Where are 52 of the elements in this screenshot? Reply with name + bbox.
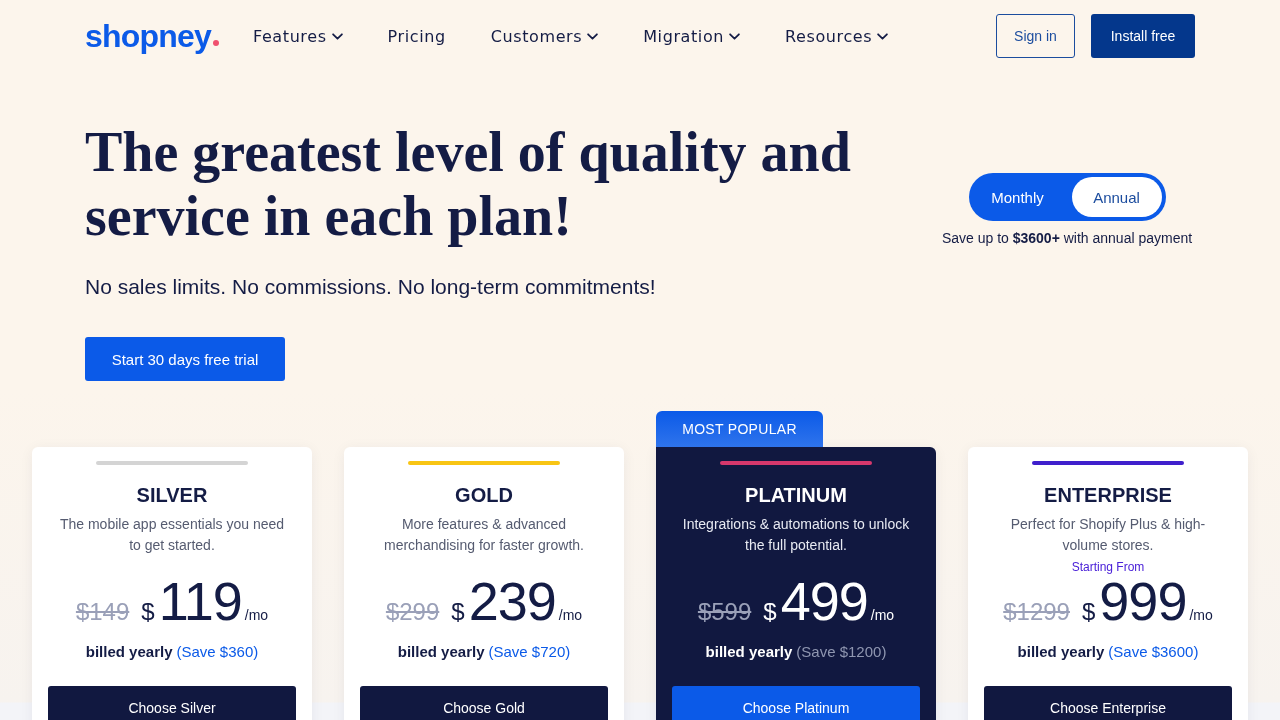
- currency-sign: $: [1081, 598, 1096, 626]
- old-price: $1299: [1003, 598, 1070, 626]
- plan-name: ENTERPRISE: [1044, 483, 1172, 507]
- plan-description: Integrations & automations to unlock the full potential.: [681, 515, 911, 555]
- billing-period: billed yearly: [397, 642, 485, 662]
- plan-description: The mobile app essentials you need to get started.: [58, 515, 286, 555]
- old-price: $299: [385, 598, 440, 626]
- plan-name: GOLD: [455, 483, 513, 507]
- starting-from-label: Starting From: [1071, 560, 1145, 574]
- nav-link[interactable]: Pricing: [387, 26, 446, 46]
- plan-description: More features & advanced merchandising for faster growth.: [383, 515, 585, 555]
- savings-text: (Save $1200): [796, 642, 887, 662]
- choose-plan-button[interactable]: Choose Enterprise: [984, 686, 1232, 720]
- old-price: $149: [75, 598, 130, 626]
- install-button[interactable]: Install free: [1091, 14, 1195, 58]
- plan-description: Perfect for Shopify Plus & high-volume stores.: [1009, 515, 1207, 555]
- price-period: /mo: [870, 607, 895, 623]
- plan-name: SILVER: [136, 483, 208, 507]
- billing-option[interactable]: Monthly: [972, 177, 1063, 217]
- currency-sign: $: [141, 598, 155, 626]
- price-amount: 239: [468, 572, 556, 630]
- logo-wordmark[interactable]: shopney: [85, 19, 211, 53]
- plan-name: PLATINUM: [745, 483, 847, 507]
- billing-period: billed yearly: [1017, 642, 1105, 662]
- sign-in-button[interactable]: Sign in: [996, 14, 1075, 58]
- choose-plan-button[interactable]: Choose Silver: [48, 686, 296, 720]
- billing-option[interactable]: Annual: [1071, 177, 1162, 217]
- nav-link[interactable]: Features: [253, 26, 343, 46]
- price-period: /mo: [244, 607, 269, 623]
- savings-text: (Save $360): [176, 642, 259, 662]
- choose-plan-button[interactable]: Choose Gold: [360, 686, 608, 720]
- price-period: /mo: [558, 607, 583, 623]
- dot-icon: [213, 40, 219, 46]
- free-trial-button[interactable]: Start 30 days free trial: [85, 337, 285, 381]
- price-period: /mo: [1189, 607, 1213, 623]
- savings-note: Save up to $3600+ with annual payment: [941, 230, 1193, 246]
- nav-link[interactable]: Migration: [643, 26, 741, 46]
- choose-plan-button[interactable]: Choose Platinum: [672, 686, 920, 720]
- currency-sign: $: [451, 598, 465, 626]
- page-heading: The greatest level of quality and service in each plan!: [85, 120, 852, 248]
- old-price: $599: [697, 598, 752, 626]
- currency-sign: $: [763, 598, 777, 626]
- savings-text: (Save $3600): [1108, 642, 1199, 662]
- subtitle: No sales limits. No commissions. No long-term commitments!: [85, 274, 656, 300]
- savings-text: (Save $720): [488, 642, 571, 662]
- billing-period: billed yearly: [705, 642, 793, 662]
- nav-link[interactable]: Customers: [490, 26, 599, 46]
- billing-period: billed yearly: [85, 642, 173, 662]
- price-amount: 499: [780, 572, 868, 630]
- price-amount: 119: [158, 572, 242, 630]
- nav-link[interactable]: Resources: [785, 26, 889, 46]
- popular-badge: MOST POPULAR: [656, 411, 823, 447]
